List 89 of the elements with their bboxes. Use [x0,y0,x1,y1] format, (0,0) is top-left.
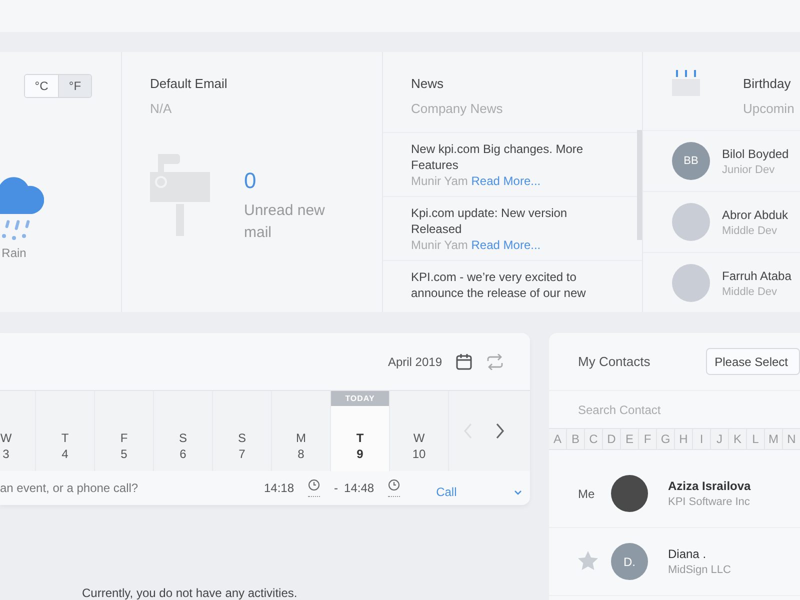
day-number: 4 [62,446,68,462]
scrollbar-thumb[interactable] [637,130,642,240]
time-separator: - [334,481,338,495]
avatar-photo-placeholder [672,264,710,302]
task-input-field[interactable]: an event, or a phone call? [0,481,250,495]
letter-filter[interactable]: C [585,429,603,449]
day-number: 6 [180,446,186,462]
person-role: Middle Dev [722,224,778,236]
letter-filter[interactable]: E [621,429,639,449]
weekday: S [238,430,246,446]
me-label: Me [578,486,596,500]
day-cell[interactable]: S 6 [154,391,213,471]
avatar: D. [611,543,648,580]
news-headline: New kpi.com Big changes. More Features [411,141,584,173]
unit-toggle[interactable]: °C [25,75,58,97]
day-cell[interactable]: W 10 [390,391,449,471]
end-time[interactable]: 14:48 [344,481,374,495]
contacts-title: My Contacts [578,354,652,369]
day-number: 9 [356,446,364,462]
day-number: 7 [238,446,246,462]
day-cell[interactable]: S 7 [213,391,272,471]
contact-filter-select[interactable]: Please Select [706,348,800,375]
email-title: Default Email [150,76,228,91]
email-address: N/A [150,101,173,116]
avatar: BB [672,142,710,180]
day-cell[interactable]: F 5 [95,391,154,471]
weekday: T [356,430,364,446]
person-name: Bilol Boyded [722,146,789,160]
birthday-subtitle: Upcomin [743,101,794,116]
letter-filter[interactable]: F [639,429,657,449]
news-title: News [410,76,445,91]
calendar-icon[interactable] [456,353,472,370]
letter-filter[interactable]: K [729,429,747,449]
star-icon[interactable] [578,550,598,570]
letter-filter[interactable]: L [747,429,765,449]
contact-company: MidSign LLC [668,564,731,576]
news-headline: KPI.com - we’re very excited to announce the release of our new [411,269,587,301]
news-headline: Kpi.com update: New version Released [411,205,568,237]
day-cell[interactable]: TODAY T 9 [331,391,390,471]
cake-icon [671,70,701,96]
news-author: Munir Yam [411,238,468,252]
weekday: F [120,430,128,446]
caret-icon [514,490,522,494]
avatar-photo-placeholder [611,475,648,512]
read-more-link[interactable]: Read More... [471,238,541,252]
empty-activities-message: Currently, you do not have any activities. [82,586,298,600]
clock-icon[interactable] [308,479,320,497]
contact-name: Aziza Israilova [668,479,751,493]
weekday: W [0,430,12,446]
weekday: M [296,430,306,446]
letter-filter[interactable]: N [783,429,800,449]
day-cell[interactable]: T 4 [36,391,95,471]
day-number: 8 [298,446,304,462]
unread-label: Unread new mail [244,201,326,243]
weekday: S [178,430,187,446]
news-author: Munir Yam [411,174,468,188]
birthday-title: Birthday [743,76,792,91]
letter-filter[interactable]: A [549,429,567,449]
weather-condition: Rain [2,246,26,260]
unread-count: 0 [244,168,258,194]
letter-filter[interactable]: H [675,429,693,449]
person-name: Abror Abduk [722,208,788,222]
day-cell[interactable]: W 3 [0,391,36,471]
weekday: W [413,430,425,446]
read-more-link[interactable]: Read More... [471,174,541,188]
start-time[interactable]: 14:18 [264,481,294,495]
month-label: April 2019 [388,354,442,368]
day-number: 5 [120,446,128,462]
clock-icon[interactable] [388,479,400,497]
avatar-photo-placeholder [672,203,710,241]
news-subtitle: Company News [410,101,504,116]
day-number: 3 [2,446,10,462]
contact-name: Diana . [668,547,708,561]
today-label: TODAY [331,391,389,406]
person-role: Junior Dev [722,164,776,176]
letter-filter[interactable]: G [657,429,675,449]
contact-company: KPI Software Inc [668,496,751,508]
letter-filter[interactable]: J [711,429,729,449]
day-number: 10 [412,446,426,462]
weekday: T [61,430,69,446]
person-role: Middle Dev [722,286,778,298]
unit-toggle[interactable]: °F [58,75,91,97]
letter-filter[interactable]: D [603,429,621,449]
event-type-dropdown[interactable]: Call [436,477,522,499]
letter-filter[interactable]: I [693,429,711,449]
letter-filter[interactable]: B [567,429,585,449]
person-name: Farruh Ataba [722,268,792,282]
letter-filter[interactable]: M [765,429,783,449]
chevron-right-icon[interactable] [495,423,505,439]
